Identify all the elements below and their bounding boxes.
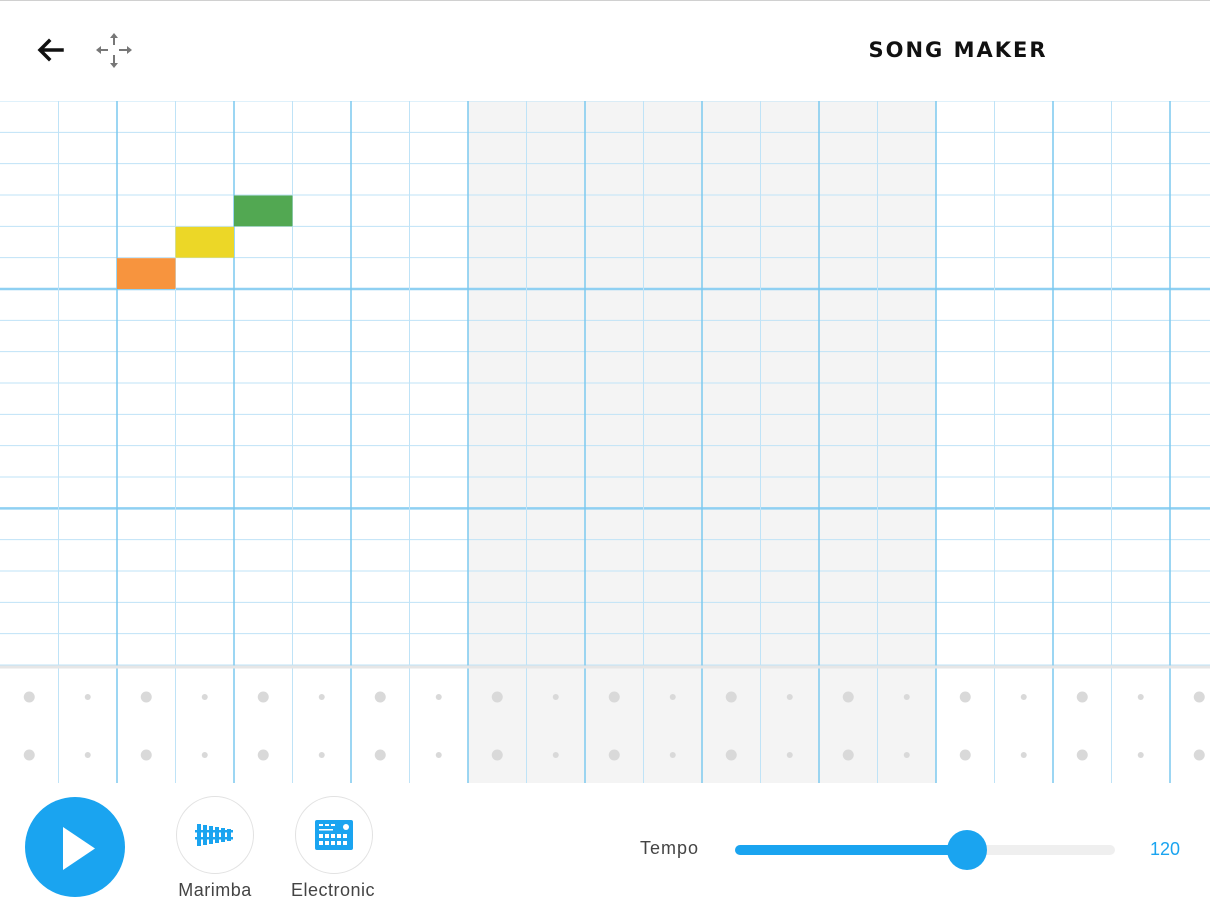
percussion-dot[interactable] bbox=[842, 749, 854, 761]
percussion-dot[interactable] bbox=[1137, 752, 1144, 758]
percussion-dot[interactable] bbox=[201, 752, 208, 758]
percussion-dot[interactable] bbox=[23, 749, 35, 761]
percussion-dot[interactable] bbox=[842, 691, 854, 703]
electronic-drum-icon bbox=[315, 820, 353, 850]
move-button[interactable] bbox=[94, 31, 134, 71]
electronic-button[interactable] bbox=[295, 796, 373, 874]
page-title: SONG MAKER bbox=[868, 38, 1048, 62]
marimba-button[interactable] bbox=[176, 796, 254, 874]
electronic-label: Electronic bbox=[290, 880, 376, 900]
move-arrows-icon bbox=[96, 33, 132, 68]
back-button[interactable] bbox=[30, 31, 70, 71]
marimba-icon bbox=[195, 824, 233, 846]
note-cell[interactable] bbox=[175, 226, 235, 258]
note-cell[interactable] bbox=[234, 195, 293, 227]
percussion-dot[interactable] bbox=[959, 691, 971, 703]
header-bar: SONG MAKER bbox=[0, 1, 1210, 101]
percussion-dot[interactable] bbox=[257, 691, 269, 703]
percussion-dot[interactable] bbox=[318, 752, 325, 758]
percussion-dot[interactable] bbox=[552, 694, 559, 700]
shaded-bar-column bbox=[468, 101, 527, 783]
arrow-left-icon bbox=[37, 38, 64, 62]
note-grid[interactable] bbox=[0, 101, 1210, 783]
tempo-value: 120 bbox=[1149, 839, 1181, 859]
percussion-divider bbox=[0, 665, 1210, 669]
percussion-dot[interactable] bbox=[84, 694, 91, 700]
percussion-dot[interactable] bbox=[84, 752, 91, 758]
percussion-dot[interactable] bbox=[669, 694, 676, 700]
control-bar: Marimba Electronic Tempo 120 bbox=[0, 783, 1210, 909]
percussion-dot[interactable] bbox=[552, 752, 559, 758]
percussion-dot[interactable] bbox=[1020, 694, 1027, 700]
percussion-dot[interactable] bbox=[257, 749, 269, 761]
percussion-dot[interactable] bbox=[903, 752, 910, 758]
percussion-dot[interactable] bbox=[318, 694, 325, 700]
percussion-dot[interactable] bbox=[23, 691, 35, 703]
percussion-dot[interactable] bbox=[669, 752, 676, 758]
tempo-label: Tempo bbox=[640, 838, 700, 858]
percussion-dot[interactable] bbox=[201, 694, 208, 700]
percussion-dot[interactable] bbox=[1020, 752, 1027, 758]
note-cell[interactable] bbox=[117, 258, 176, 289]
percussion-dot[interactable] bbox=[1076, 749, 1088, 761]
tempo-slider-fill bbox=[735, 845, 967, 855]
shaded-bar-column bbox=[702, 101, 761, 783]
play-button[interactable] bbox=[25, 797, 125, 897]
percussion-dot[interactable] bbox=[374, 691, 386, 703]
percussion-dot[interactable] bbox=[1076, 691, 1088, 703]
percussion-dot[interactable] bbox=[608, 691, 620, 703]
percussion-dot[interactable] bbox=[786, 694, 793, 700]
percussion-dot[interactable] bbox=[903, 694, 910, 700]
grid-canvas[interactable] bbox=[0, 101, 1210, 783]
shaded-bar-column bbox=[819, 101, 878, 783]
percussion-dot[interactable] bbox=[608, 749, 620, 761]
shaded-bar-column bbox=[526, 101, 585, 783]
marimba-label: Marimba bbox=[178, 880, 252, 900]
percussion-dot[interactable] bbox=[491, 749, 503, 761]
tempo-slider[interactable] bbox=[735, 830, 1115, 870]
percussion-dot[interactable] bbox=[435, 694, 442, 700]
shaded-bar-column bbox=[760, 101, 819, 783]
shaded-bar-column bbox=[877, 101, 936, 783]
percussion-dot[interactable] bbox=[140, 749, 152, 761]
percussion-dot[interactable] bbox=[1137, 694, 1144, 700]
percussion-dot[interactable] bbox=[959, 749, 971, 761]
play-icon bbox=[63, 827, 95, 870]
percussion-dot[interactable] bbox=[1193, 749, 1205, 761]
percussion-dot[interactable] bbox=[1193, 691, 1205, 703]
percussion-dot[interactable] bbox=[725, 749, 737, 761]
percussion-dot[interactable] bbox=[374, 749, 386, 761]
shaded-bar-column bbox=[585, 101, 644, 783]
percussion-dot[interactable] bbox=[786, 752, 793, 758]
shaded-bar-column bbox=[643, 101, 702, 783]
percussion-dot[interactable] bbox=[725, 691, 737, 703]
tempo-slider-thumb[interactable] bbox=[946, 830, 987, 870]
percussion-dot[interactable] bbox=[435, 752, 442, 758]
percussion-dot[interactable] bbox=[491, 691, 503, 703]
percussion-dot[interactable] bbox=[140, 691, 152, 703]
